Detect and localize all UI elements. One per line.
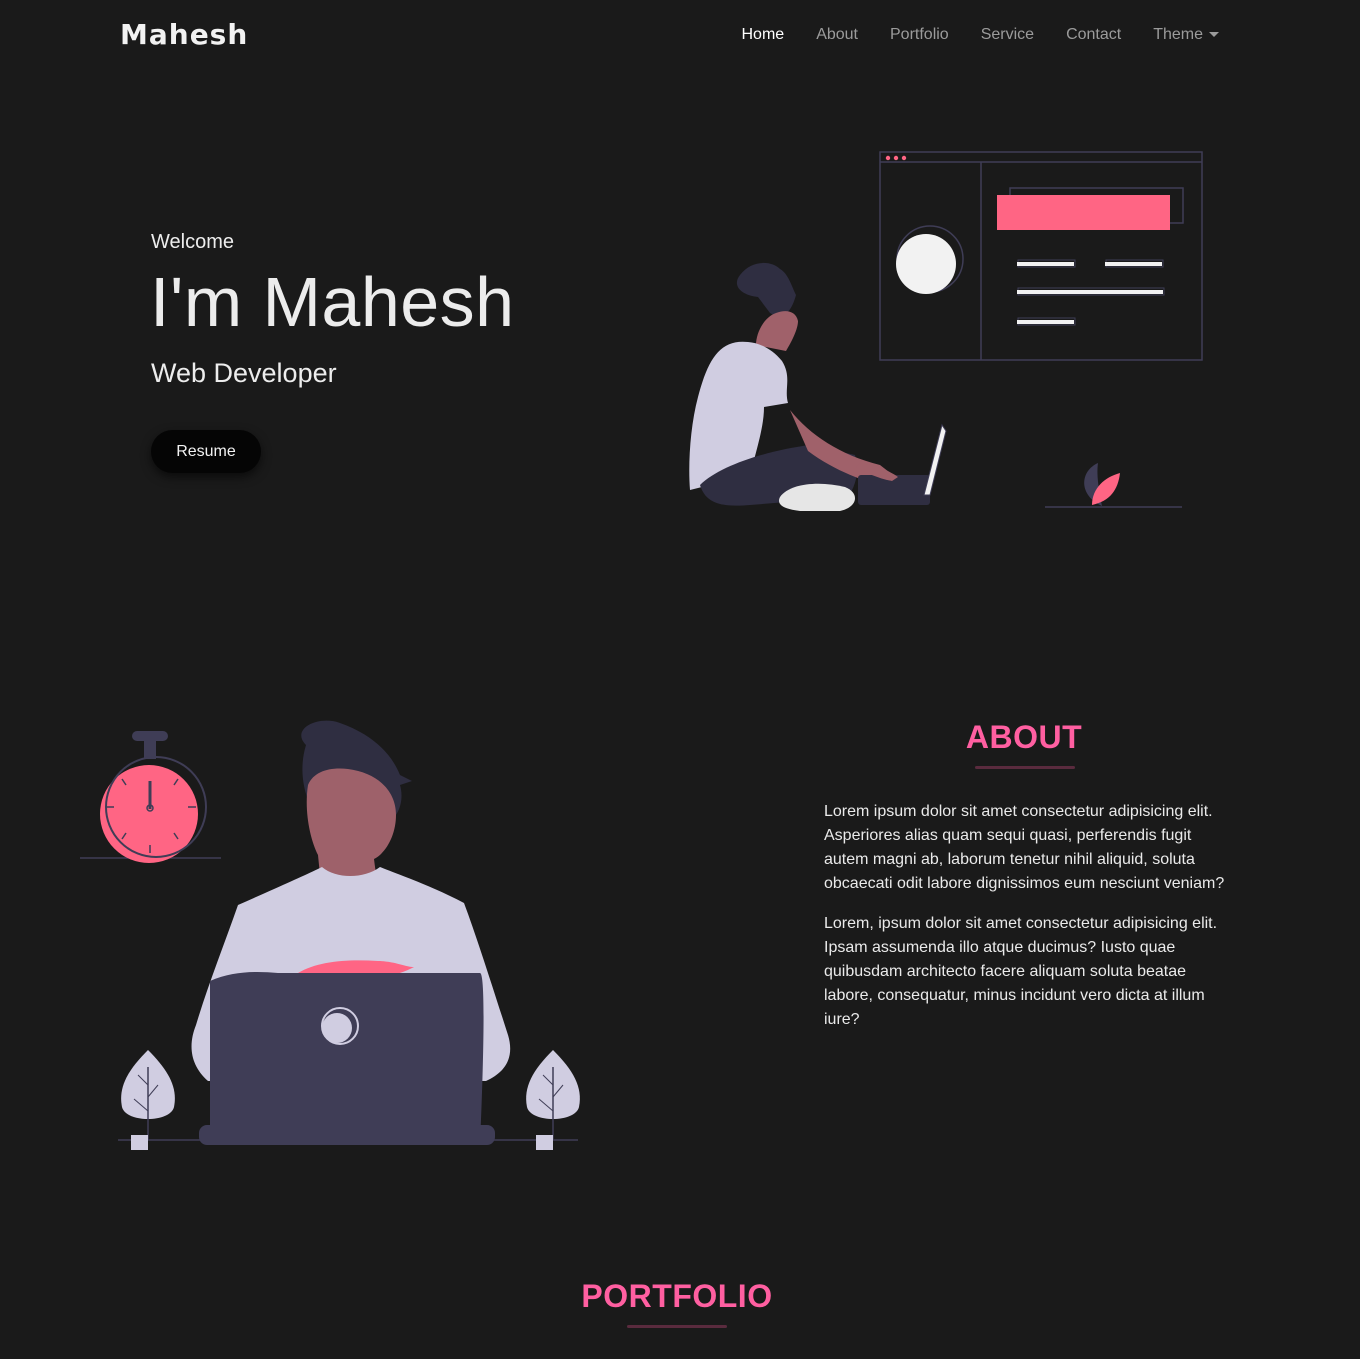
nav-link-service[interactable]: Service <box>981 24 1034 46</box>
nav-link-contact[interactable]: Contact <box>1066 24 1121 46</box>
window-dot-icon <box>901 155 907 161</box>
hero-illustration <box>689 151 1203 511</box>
nav-link-portfolio[interactable]: Portfolio <box>890 24 949 46</box>
laptop-base <box>199 1125 495 1145</box>
hero-name: I'm Mahesh <box>150 263 515 341</box>
nav-link-label: Service <box>980 26 1035 43</box>
nav-link-home[interactable]: Home <box>742 24 785 46</box>
text-line <box>1105 262 1162 266</box>
person-hair <box>736 262 796 316</box>
window-dot-icon <box>885 155 891 161</box>
text-line <box>1017 320 1074 324</box>
about-title-underline <box>975 766 1075 769</box>
about-illustration <box>80 720 580 1150</box>
stopwatch-button <box>132 731 168 741</box>
window-dot-icon <box>893 155 899 161</box>
about-paragraph: Lorem, ipsum dolor sit amet consectetur … <box>824 915 1218 1028</box>
nav-link-about[interactable]: About <box>816 24 858 46</box>
nav-link-label: About <box>816 26 858 43</box>
hero-role: Web Developer <box>151 358 337 388</box>
plant-pot <box>131 1135 148 1150</box>
avatar-placeholder <box>896 234 956 294</box>
portfolio-title-underline <box>627 1325 727 1328</box>
laptop-screen <box>923 423 947 496</box>
nav-link-label: Home <box>741 26 785 43</box>
nav-link-label: Portfolio <box>890 26 949 43</box>
plant-pot <box>536 1135 553 1150</box>
brand-logo[interactable]: Mahesh <box>120 18 248 51</box>
laptop-body <box>210 971 484 1145</box>
person-face <box>756 311 798 351</box>
about-paragraph: Lorem ipsum dolor sit amet consectetur a… <box>824 803 1225 892</box>
nav-link-label: Contact <box>1066 26 1122 43</box>
header-bar <box>997 195 1170 230</box>
portfolio-title: PORTFOLIO <box>581 1278 773 1314</box>
about-text: Lorem ipsum dolor sit amet consectetur a… <box>824 800 1229 1048</box>
resume-button[interactable]: Resume <box>151 430 261 473</box>
navbar: Mahesh Home About Portfolio Service Cont… <box>0 0 1360 70</box>
nav-links: Home About Portfolio Service Contact The… <box>710 24 1219 46</box>
laptop-logo-icon <box>322 1013 352 1043</box>
theme-dropdown[interactable]: Theme <box>1153 24 1219 46</box>
text-line <box>1017 262 1074 266</box>
page: Mahesh Home About Portfolio Service Cont… <box>0 0 1360 1359</box>
chevron-down-icon <box>1209 31 1219 37</box>
about-title: ABOUT <box>965 719 1083 755</box>
text-line <box>1017 290 1163 294</box>
nav-link-label: Theme <box>1153 26 1203 43</box>
hero-welcome: Welcome <box>151 231 234 253</box>
